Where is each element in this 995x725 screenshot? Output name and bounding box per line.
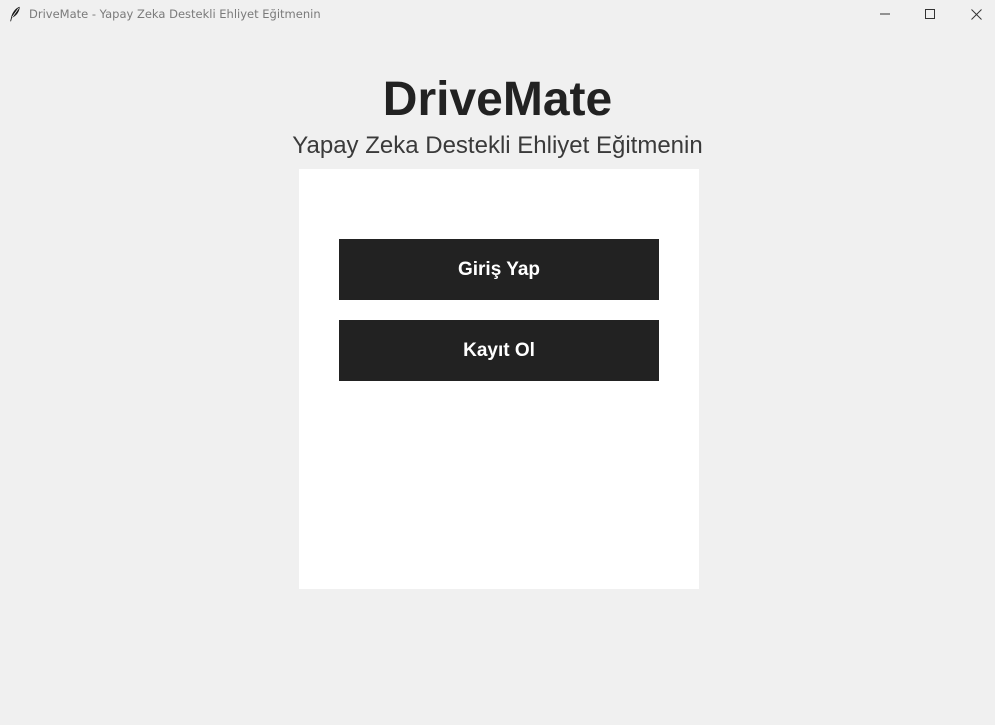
feather-icon xyxy=(9,6,21,22)
app-title: DriveMate xyxy=(382,73,613,126)
window-title: DriveMate - Yapay Zeka Destekli Ehliyet … xyxy=(29,7,321,21)
login-button[interactable]: Giriş Yap xyxy=(339,239,659,300)
maximize-icon xyxy=(925,9,935,19)
minimize-button[interactable] xyxy=(862,0,908,28)
maximize-button[interactable] xyxy=(907,0,953,28)
close-icon xyxy=(970,8,982,20)
register-button[interactable]: Kayıt Ol xyxy=(339,320,659,381)
window-titlebar: DriveMate - Yapay Zeka Destekli Ehliyet … xyxy=(0,0,995,28)
minimize-icon xyxy=(880,9,890,19)
close-button[interactable] xyxy=(953,0,995,28)
app-subtitle: Yapay Zeka Destekli Ehliyet Eğitmenin xyxy=(292,132,703,159)
auth-panel: Giriş Yap Kayıt Ol xyxy=(299,169,699,589)
